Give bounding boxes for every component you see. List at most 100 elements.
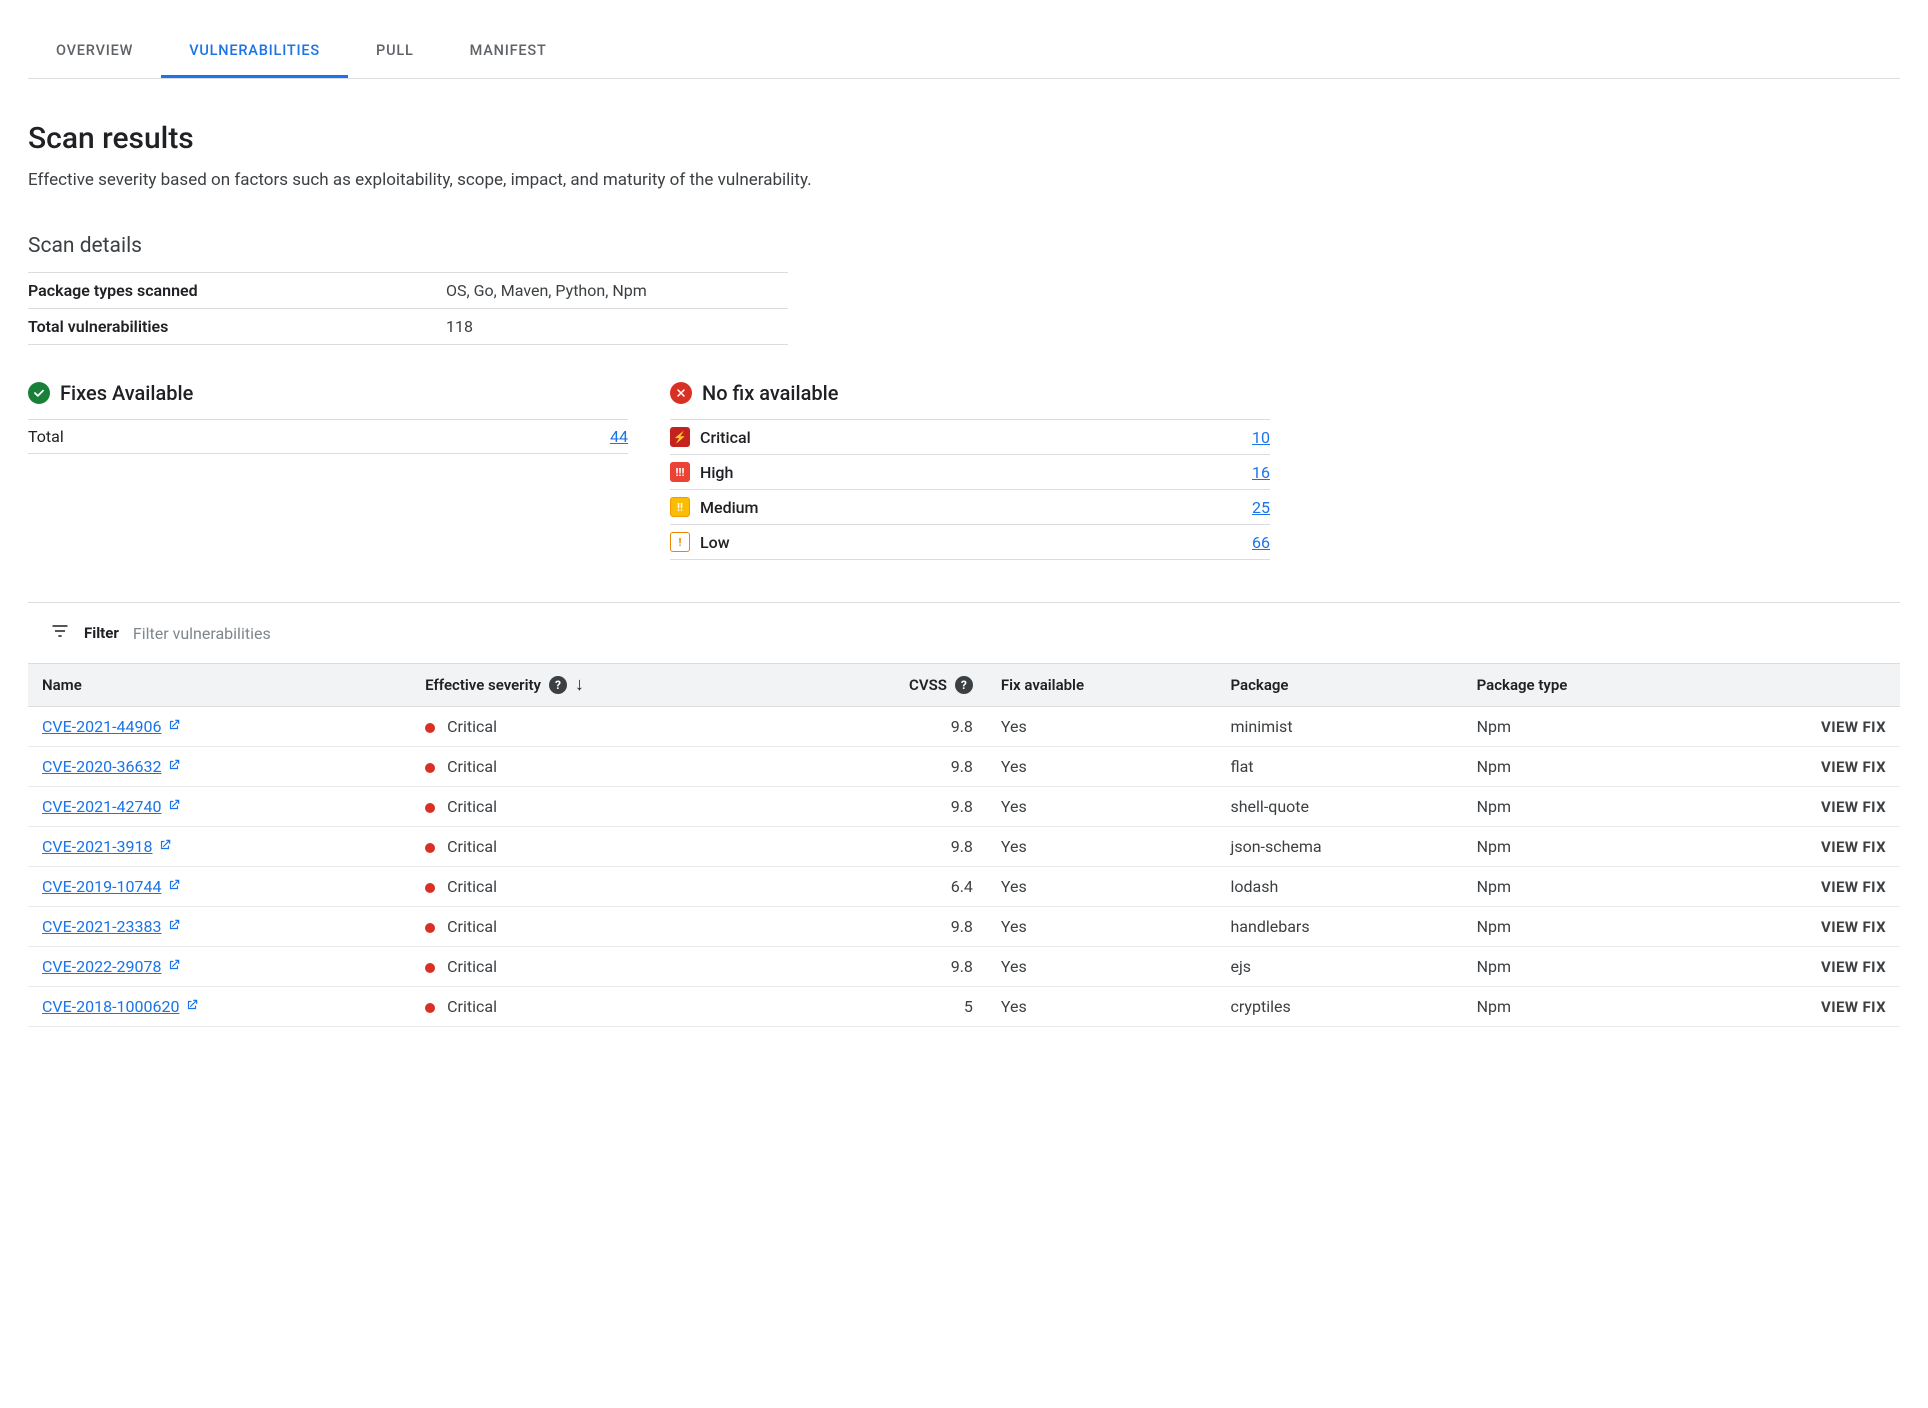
help-icon[interactable]: ? — [955, 676, 973, 694]
fixes-available-label: Fixes Available — [60, 381, 193, 405]
cell-ptype: Npm — [1463, 827, 1708, 867]
cell-severity: Critical — [411, 787, 797, 827]
severity-dot-icon — [425, 963, 435, 973]
table-row: CVE-2022-29078 Critical 9.8 Yes ejs Npm … — [28, 947, 1900, 987]
cve-link[interactable]: CVE-2018-1000620 — [42, 997, 199, 1016]
view-fix-button[interactable]: VIEW FIX — [1821, 958, 1886, 976]
cell-cvss: 9.8 — [797, 947, 987, 987]
detail-key: Package types scanned — [28, 273, 446, 309]
no-fix-count-link[interactable]: 25 — [1252, 498, 1270, 517]
tab-pull[interactable]: PULL — [348, 24, 442, 78]
cell-package: ejs — [1216, 947, 1462, 987]
col-package[interactable]: Package — [1216, 664, 1462, 707]
external-link-icon — [167, 757, 181, 776]
severity-label: Critical — [700, 428, 751, 447]
col-severity[interactable]: Effective severity ? ↓ — [411, 664, 797, 707]
cell-fix: Yes — [987, 787, 1217, 827]
col-name[interactable]: Name — [28, 664, 411, 707]
cell-severity: Critical — [411, 747, 797, 787]
severity-medium-icon: !! — [670, 497, 690, 517]
filter-icon — [50, 621, 70, 645]
cell-fix: Yes — [987, 827, 1217, 867]
tab-vulnerabilities[interactable]: VULNERABILITIES — [161, 24, 348, 78]
no-fix-table: ⚡ Critical 10 !!! High 16 !! Medium 25 !… — [670, 419, 1270, 560]
view-fix-button[interactable]: VIEW FIX — [1821, 838, 1886, 856]
view-fix-button[interactable]: VIEW FIX — [1821, 798, 1886, 816]
cell-ptype: Npm — [1463, 867, 1708, 907]
cell-cvss: 9.8 — [797, 707, 987, 747]
cell-fix: Yes — [987, 867, 1217, 907]
severity-dot-icon — [425, 723, 435, 733]
cell-fix: Yes — [987, 947, 1217, 987]
external-link-icon — [167, 917, 181, 936]
cell-package: lodash — [1216, 867, 1462, 907]
cell-cvss: 9.8 — [797, 787, 987, 827]
cell-severity: Critical — [411, 867, 797, 907]
view-fix-button[interactable]: VIEW FIX — [1821, 918, 1886, 936]
view-fix-button[interactable]: VIEW FIX — [1821, 878, 1886, 896]
table-row: CVE-2020-36632 Critical 9.8 Yes flat Npm… — [28, 747, 1900, 787]
cell-fix: Yes — [987, 707, 1217, 747]
cell-package: minimist — [1216, 707, 1462, 747]
cell-severity: Critical — [411, 827, 797, 867]
severity-dot-icon — [425, 763, 435, 773]
cve-link[interactable]: CVE-2020-36632 — [42, 757, 181, 776]
table-row: CVE-2021-23383 Critical 9.8 Yes handleba… — [28, 907, 1900, 947]
view-fix-button[interactable]: VIEW FIX — [1821, 758, 1886, 776]
external-link-icon — [167, 957, 181, 976]
external-link-icon — [158, 837, 172, 856]
cell-severity: Critical — [411, 987, 797, 1027]
cell-ptype: Npm — [1463, 747, 1708, 787]
cell-ptype: Npm — [1463, 987, 1708, 1027]
sort-desc-icon[interactable]: ↓ — [575, 676, 584, 694]
cell-cvss: 9.8 — [797, 907, 987, 947]
table-row: CVE-2021-3918 Critical 9.8 Yes json-sche… — [28, 827, 1900, 867]
fixes-available-table: Total 44 — [28, 419, 628, 454]
cell-package: handlebars — [1216, 907, 1462, 947]
detail-key: Total vulnerabilities — [28, 309, 446, 345]
severity-low-icon: ! — [670, 532, 690, 552]
cell-cvss: 9.8 — [797, 827, 987, 867]
view-fix-button[interactable]: VIEW FIX — [1821, 998, 1886, 1016]
cve-link[interactable]: CVE-2019-10744 — [42, 877, 181, 896]
cve-link[interactable]: CVE-2022-29078 — [42, 957, 181, 976]
page-subtitle: Effective severity based on factors such… — [28, 170, 1900, 190]
no-fix-count-link[interactable]: 10 — [1252, 428, 1270, 447]
fixes-total-link[interactable]: 44 — [610, 427, 628, 446]
severity-dot-icon — [425, 843, 435, 853]
col-ptype[interactable]: Package type — [1463, 664, 1708, 707]
external-link-icon — [185, 997, 199, 1016]
no-fix-count-link[interactable]: 16 — [1252, 463, 1270, 482]
view-fix-button[interactable]: VIEW FIX — [1821, 718, 1886, 736]
cell-severity: Critical — [411, 947, 797, 987]
tab-overview[interactable]: OVERVIEW — [28, 24, 161, 78]
fixes-total-label: Total — [28, 420, 427, 454]
severity-critical-icon: ⚡ — [670, 427, 690, 447]
filter-input[interactable]: Filter vulnerabilities — [133, 624, 271, 643]
external-link-icon — [167, 877, 181, 896]
table-row: CVE-2018-1000620 Critical 5 Yes cryptile… — [28, 987, 1900, 1027]
cell-ptype: Npm — [1463, 947, 1708, 987]
detail-value: 118 — [446, 309, 788, 345]
help-icon[interactable]: ? — [549, 676, 567, 694]
col-cvss[interactable]: CVSS ? — [797, 664, 987, 707]
cve-link[interactable]: CVE-2021-23383 — [42, 917, 181, 936]
cve-link[interactable]: CVE-2021-44906 — [42, 717, 181, 736]
no-fix-count-link[interactable]: 66 — [1252, 533, 1270, 552]
tab-bar: OVERVIEWVULNERABILITIESPULLMANIFEST — [28, 24, 1900, 79]
cell-package: cryptiles — [1216, 987, 1462, 1027]
filter-bar[interactable]: Filter Filter vulnerabilities — [28, 602, 1900, 663]
fixes-available-heading: Fixes Available — [28, 381, 628, 405]
cell-fix: Yes — [987, 907, 1217, 947]
table-row: CVE-2019-10744 Critical 6.4 Yes lodash N… — [28, 867, 1900, 907]
cell-cvss: 6.4 — [797, 867, 987, 907]
cve-link[interactable]: CVE-2021-42740 — [42, 797, 181, 816]
cell-package: flat — [1216, 747, 1462, 787]
cve-link[interactable]: CVE-2021-3918 — [42, 837, 172, 856]
cell-severity: Critical — [411, 707, 797, 747]
filter-label: Filter — [84, 624, 119, 642]
external-link-icon — [167, 717, 181, 736]
vulnerabilities-table: Name Effective severity ? ↓ CVSS ? Fix a… — [28, 663, 1900, 1027]
col-fix[interactable]: Fix available — [987, 664, 1217, 707]
tab-manifest[interactable]: MANIFEST — [442, 24, 575, 78]
